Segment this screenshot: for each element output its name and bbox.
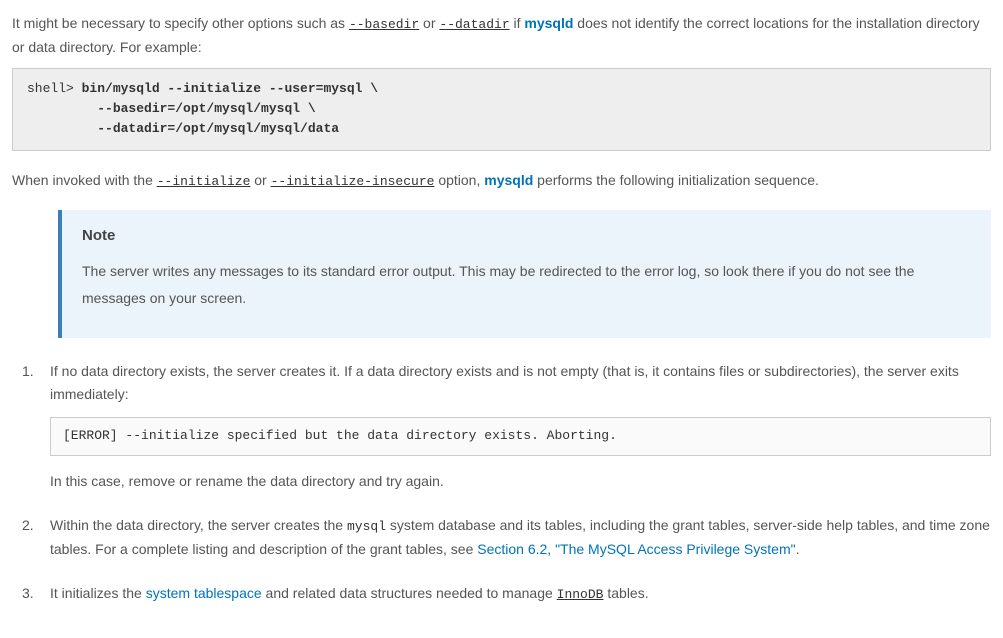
text: and related data structures needed to ma… [262, 585, 557, 601]
step-text: If no data directory exists, the server … [50, 360, 991, 408]
initialization-steps: 1. If no data directory exists, the serv… [12, 360, 991, 606]
note-box: Note The server writes any messages to i… [58, 210, 991, 337]
system-tablespace-link[interactable]: system tablespace [146, 585, 262, 601]
step-number: 2. [22, 514, 34, 536]
intro-text: if [510, 15, 525, 31]
step-text: Within the data directory, the server cr… [50, 514, 991, 562]
note-title: Note [82, 224, 971, 248]
code-line: bin/mysqld --initialize --user=mysql \ [82, 81, 378, 96]
text: tables. [603, 585, 648, 601]
text: option, [434, 172, 484, 188]
step-number: 1. [22, 360, 34, 382]
option-initialize-link[interactable]: --initialize [157, 174, 251, 189]
step-1: 1. If no data directory exists, the serv… [22, 360, 991, 494]
code-block-example: shell> bin/mysqld --initialize --user=my… [12, 68, 991, 150]
step-text: It initializes the system tablespace and… [50, 582, 991, 606]
note-body: The server writes any messages to its st… [82, 258, 971, 311]
intro-text: It might be necessary to specify other o… [12, 15, 349, 31]
text: It initializes the [50, 585, 146, 601]
intro-text: or [419, 15, 439, 31]
section-link[interactable]: Section 6.2, "The MySQL Access Privilege… [477, 541, 795, 557]
mysqld-link[interactable]: mysqld [524, 15, 573, 31]
code-line: --basedir=/opt/mysql/mysql \ [27, 101, 316, 116]
error-code-block: [ERROR] --initialize specified but the d… [50, 417, 991, 456]
step-number: 3. [22, 582, 34, 604]
text: . [796, 541, 800, 557]
step-text: In this case, remove or rename the data … [50, 470, 991, 494]
option-initialize-insecure-link[interactable]: --initialize-insecure [271, 174, 435, 189]
text: Within the data directory, the server cr… [50, 517, 347, 533]
mysqld-link[interactable]: mysqld [484, 172, 533, 188]
after-code-paragraph: When invoked with the --initialize or --… [12, 169, 991, 193]
shell-prompt: shell> [27, 81, 82, 96]
intro-paragraph: It might be necessary to specify other o… [12, 12, 991, 58]
option-basedir-link[interactable]: --basedir [349, 17, 419, 32]
text: When invoked with the [12, 172, 157, 188]
step-2: 2. Within the data directory, the server… [22, 514, 991, 562]
innodb-link[interactable]: InnoDB [557, 587, 604, 602]
text: or [250, 172, 270, 188]
text: performs the following initialization se… [533, 172, 819, 188]
step-3: 3. It initializes the system tablespace … [22, 582, 991, 606]
mysql-code: mysql [347, 519, 386, 534]
code-line: --datadir=/opt/mysql/mysql/data [27, 121, 339, 136]
option-datadir-link[interactable]: --datadir [439, 17, 509, 32]
